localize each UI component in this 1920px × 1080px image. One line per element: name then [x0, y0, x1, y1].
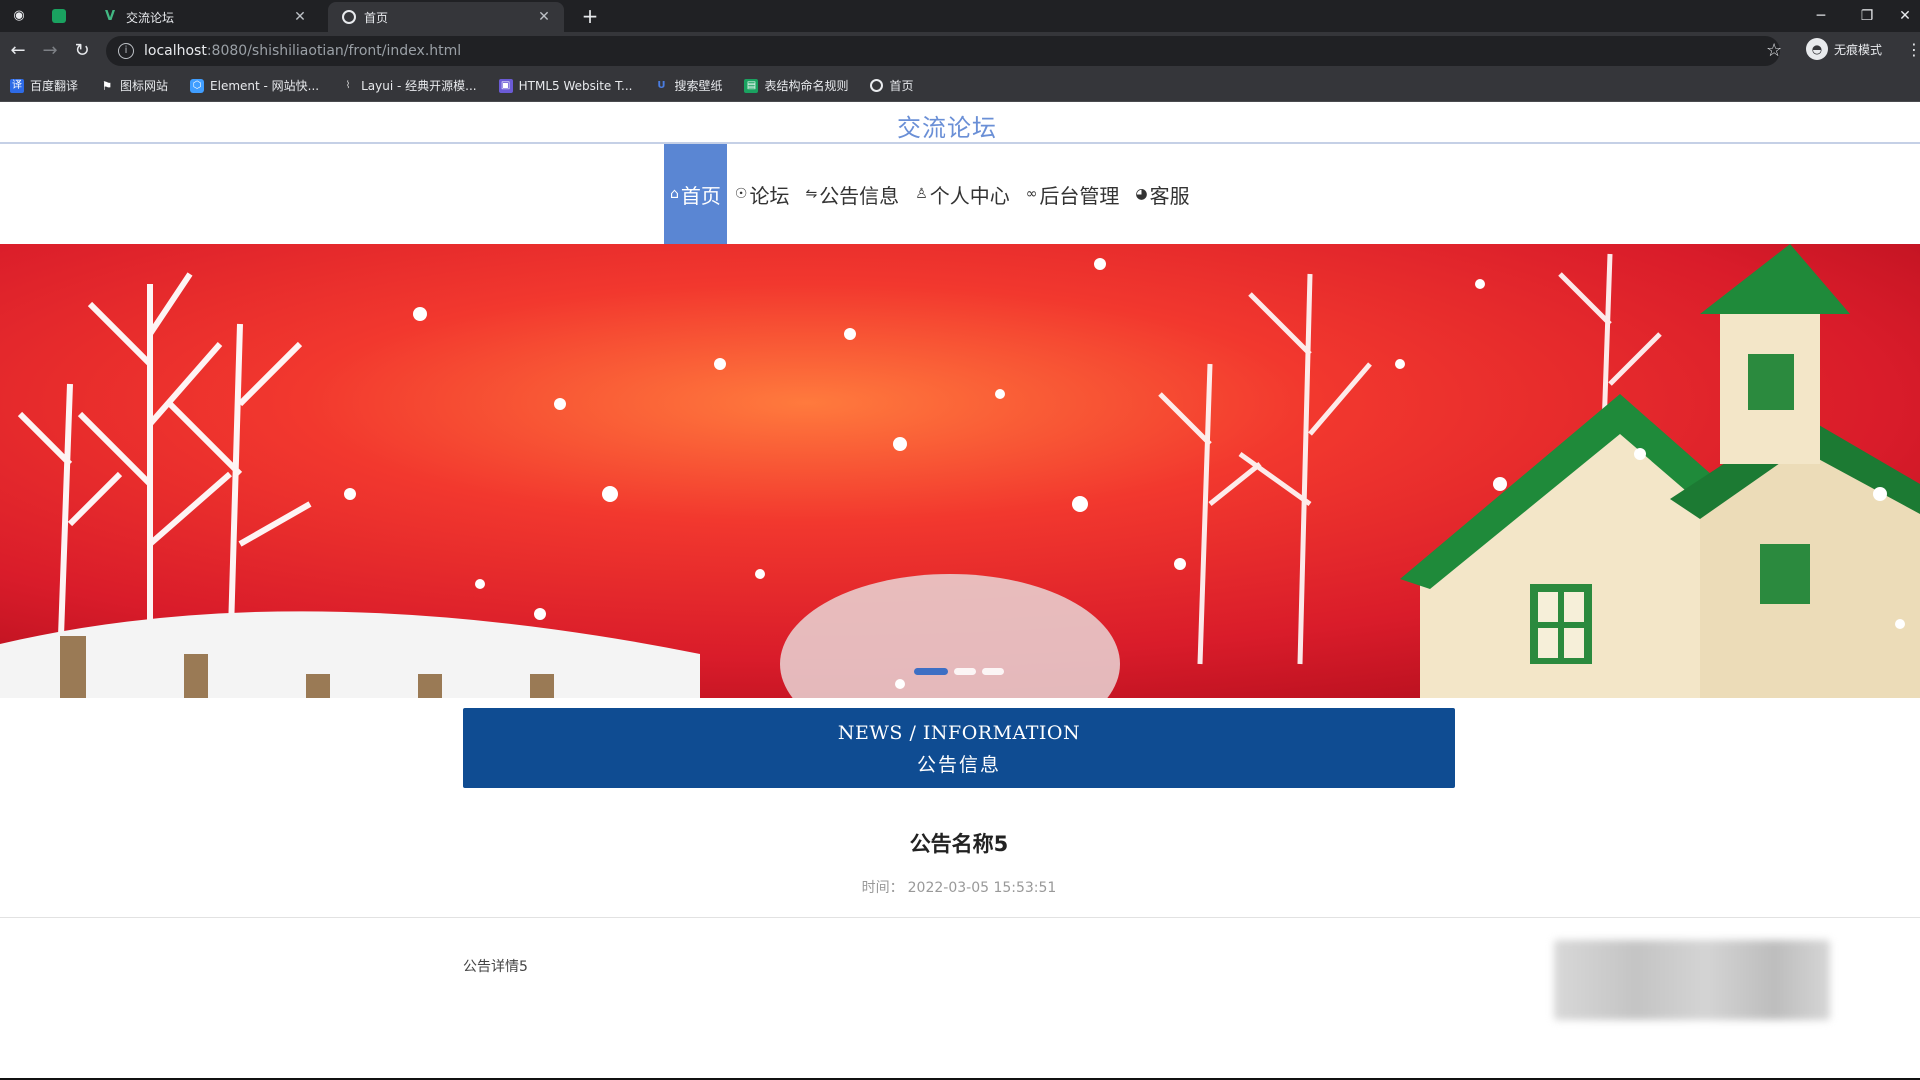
bookmark-item[interactable]: ▣ HTML5 Website T... [498, 78, 633, 93]
bookmark-item[interactable]: ⌇ Layui - 经典开源模... [341, 77, 477, 94]
forum-icon: ☉ [734, 186, 748, 202]
reload-icon[interactable]: ↻ [70, 39, 94, 63]
pinned-tab-icon[interactable] [52, 9, 66, 23]
new-tab-button[interactable]: + [578, 4, 602, 28]
carousel-dot[interactable] [982, 668, 1004, 675]
incognito-label: 无痕模式 [1834, 42, 1883, 57]
wallpaper-icon: U [657, 79, 666, 91]
blurred-watermark [1554, 940, 1830, 1020]
time-value: 2022-03-05 15:53:51 [907, 880, 1057, 896]
browser-tab-strip: ◉ V 交流论坛 ✕ 首页 ✕ + ─ ❐ ✕ [0, 0, 1920, 32]
element-logo-icon: ⬡ [190, 78, 205, 93]
menu-item-label: 首页 [680, 183, 721, 208]
bookmark-label: HTML5 Website T... [518, 78, 633, 93]
browser-toolbar: ← → ↻ i localhost :8080/shishiliaotian/f… [0, 32, 1920, 70]
more-menu-icon[interactable]: ⋮ [1906, 40, 1920, 59]
globe-icon [342, 10, 356, 24]
notice-body: 公告详情5 [463, 959, 528, 975]
menu-item-service[interactable]: ◕ 客服 [1127, 144, 1197, 244]
menu-item-forum[interactable]: ☉ 论坛 [727, 144, 798, 244]
layui-logo-icon: ⌇ [345, 79, 351, 91]
tab-home[interactable]: 首页 ✕ [328, 2, 564, 32]
main-menu: ⌂ 首页 ☉ 论坛 ⇋ 公告信息 ♙ 个人中心 ∞ 后台管理 ◕ 客服 [664, 144, 1198, 244]
news-section-header: NEWS / INFORMATION 公告信息 [463, 708, 1455, 788]
notice-icon: ⇋ [805, 186, 818, 202]
home-icon: ⌂ [670, 186, 679, 202]
menu-item-home[interactable]: ⌂ 首页 [664, 144, 727, 244]
vue-logo-icon: V [104, 9, 116, 24]
restore-icon[interactable]: ❐ [1852, 4, 1882, 28]
carousel-dot[interactable] [914, 668, 948, 675]
bookmark-label: 搜索壁纸 [674, 79, 723, 93]
site-info-icon[interactable]: i [118, 43, 134, 59]
user-icon: ♙ [915, 186, 928, 202]
html5-icon: ▣ [498, 78, 513, 93]
bookmark-label: 百度翻译 [30, 79, 79, 93]
menu-item-notice[interactable]: ⇋ 公告信息 [797, 144, 907, 244]
browser-menu-icon[interactable]: ◉ [10, 7, 28, 25]
time-label: 时间： [861, 880, 904, 896]
menu-item-profile[interactable]: ♙ 个人中心 [907, 144, 1018, 244]
incognito-indicator[interactable]: ◓ 无痕模式 [1806, 38, 1882, 60]
tab-title: 交流论坛 [126, 10, 175, 25]
window-close-icon[interactable]: ✕ [1890, 4, 1920, 28]
menu-item-label: 个人中心 [929, 183, 1010, 208]
bookmark-label: 图标网站 [120, 79, 169, 93]
url-host: localhost [144, 43, 207, 59]
carousel-banner[interactable] [0, 244, 1920, 698]
bookmark-label: 表结构命名规则 [764, 79, 849, 93]
bookmark-item[interactable]: 首页 [870, 77, 914, 94]
notice-time: 时间： 2022-03-05 15:53:51 [0, 877, 1918, 897]
sheet-icon: ▤ [744, 78, 759, 93]
page-viewport: 交流论坛 ⌂ 首页 ☉ 论坛 ⇋ 公告信息 ♙ 个人中心 ∞ 后台管理 ◕ 客服 [0, 102, 1920, 1080]
menu-item-label: 客服 [1149, 183, 1190, 208]
close-icon[interactable]: ✕ [536, 9, 552, 25]
tab-title: 首页 [364, 10, 389, 25]
bookmarks-bar: 译 百度翻译 ⚑ 图标网站 ⬡ Element - 网站快... ⌇ Layui… [0, 70, 1920, 102]
news-header-chinese: 公告信息 [916, 754, 1001, 776]
bookmark-label: 首页 [889, 79, 914, 93]
translate-icon: 译 [10, 78, 24, 93]
close-icon[interactable]: ✕ [292, 9, 308, 25]
minimize-icon[interactable]: ─ [1806, 4, 1836, 28]
bookmark-star-icon[interactable]: ☆ [1766, 40, 1782, 61]
bookmark-label: Element - 网站快... [210, 79, 320, 93]
globe-icon [870, 79, 884, 92]
url-path: :8080/shishiliaotian/front/index.html [206, 43, 462, 59]
bookmark-item[interactable]: ⚑ 图标网站 [100, 77, 168, 94]
bookmark-item[interactable]: ▤ 表结构命名规则 [744, 77, 848, 94]
back-icon[interactable]: ← [6, 39, 30, 63]
service-icon: ◕ [1135, 186, 1148, 202]
forward-icon[interactable]: → [38, 39, 62, 63]
notice-divider [0, 917, 1920, 918]
site-title: 交流论坛 [897, 114, 997, 142]
menu-item-label: 公告信息 [819, 183, 900, 208]
carousel-dot[interactable] [954, 668, 976, 675]
notice-title: 公告名称5 [909, 832, 1009, 856]
menu-item-label: 论坛 [749, 183, 790, 208]
bookmark-label: Layui - 经典开源模... [361, 79, 477, 93]
carousel-indicators [914, 668, 1004, 675]
bookmark-item[interactable]: U 搜索壁纸 [654, 77, 722, 94]
bookmark-item[interactable]: 译 百度翻译 [10, 77, 78, 94]
tab-forum[interactable]: V 交流论坛 ✕ [88, 2, 320, 32]
menu-item-label: 后台管理 [1039, 183, 1120, 208]
flag-icon: ⚑ [101, 78, 113, 93]
address-bar[interactable]: i localhost :8080/shishiliaotian/front/i… [106, 36, 1780, 66]
bookmark-item[interactable]: ⬡ Element - 网站快... [190, 77, 319, 94]
incognito-icon: ◓ [1806, 38, 1828, 60]
link-icon: ∞ [1025, 186, 1038, 202]
news-header-english: NEWS / INFORMATION [837, 722, 1081, 744]
banner-image [0, 244, 1920, 698]
menu-item-admin[interactable]: ∞ 后台管理 [1018, 144, 1128, 244]
